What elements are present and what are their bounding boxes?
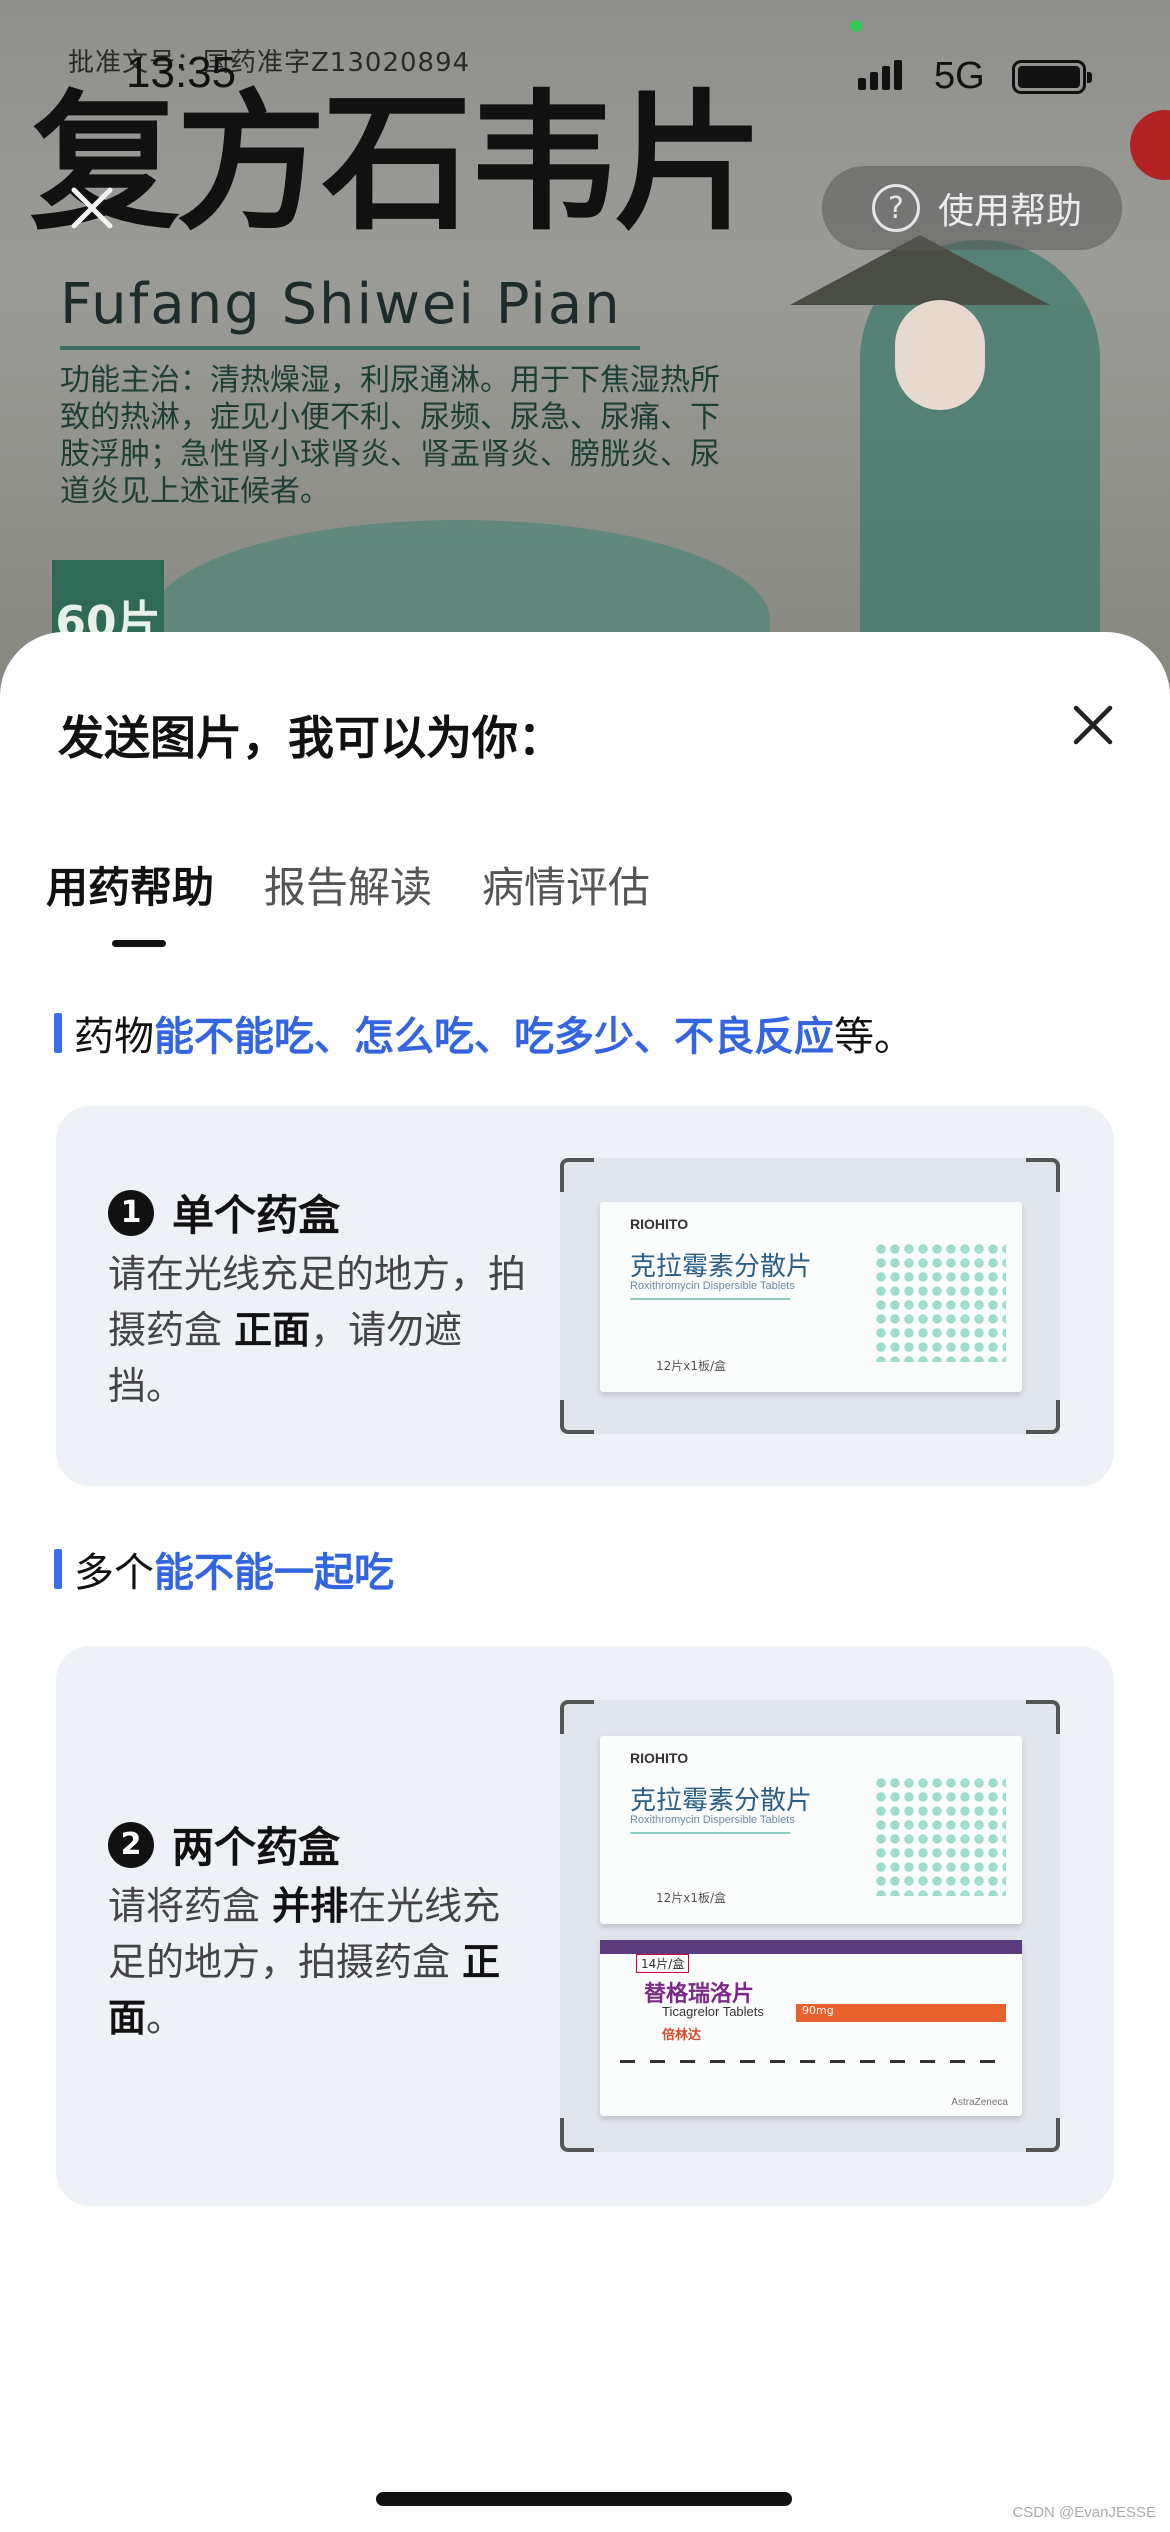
sample-box-qty: 12片x1板/盒	[656, 1359, 727, 1373]
help-button-label: 使用帮助	[938, 191, 1083, 232]
sample-box2-tag: 14片/盒	[636, 1954, 690, 1973]
section-multiple-drugs: 多个 能不能一起吃	[54, 1540, 394, 1598]
sample-box2-name-en: Ticagrelor Tablets	[662, 2004, 764, 2019]
section2-prefix: 多个	[74, 1550, 154, 1596]
sheet-title: 发送图片，我可以为你：	[58, 711, 564, 765]
box-rule	[60, 346, 640, 350]
help-button[interactable]: ? 使用帮助	[822, 166, 1122, 250]
step-number-1: 1	[108, 1189, 154, 1236]
card1-desc-bold: 正面	[234, 1308, 311, 1352]
tab-active-indicator	[112, 940, 166, 947]
help-icon: ?	[872, 184, 920, 232]
camera-preview: 批准文号：国药准字Z13020894 复方石韦片 Fufang Shiwei P…	[0, 0, 1170, 700]
sample-box-qty: 12片x1板/盒	[656, 1891, 727, 1905]
tab-medication-help[interactable]: 用药帮助	[46, 854, 214, 915]
single-box-card: 1 单个药盒 请在光线充足的地方，拍摄药盒 正面，请勿遮挡。 RIOHITO 克…	[56, 1106, 1114, 1486]
box-illustration-face	[895, 300, 985, 410]
box-title-cn: 复方石韦片	[30, 75, 764, 251]
card2-desc-bold1: 并排	[272, 1884, 349, 1928]
section1-suffix: 等。	[834, 1014, 914, 1060]
tab-condition-assessment[interactable]: 病情评估	[482, 854, 650, 915]
sample-photo-frame-single: RIOHITO 克拉霉素分散片 Roxithromycin Dispersibl…	[560, 1158, 1060, 1434]
sample-drug-box-top: RIOHITO 克拉霉素分散片 Roxithromycin Dispersibl…	[600, 1736, 1022, 1924]
tab-report-interpretation[interactable]: 报告解读	[264, 854, 432, 915]
step-number-2: 2	[108, 1821, 154, 1868]
section-accent-bar	[54, 1549, 62, 1589]
card2-desc-a: 请将药盒	[108, 1884, 273, 1928]
box-title-en: Fufang Shiwei Pian	[60, 272, 622, 337]
two-boxes-card: 2 两个药盒 请将药盒 并排在光线充足的地方，拍摄药盒 正面。 RIOHITO …	[56, 1646, 1114, 2206]
sample-box-name: 克拉霉素分散片	[630, 1786, 813, 1816]
network-type: 5G	[934, 55, 985, 97]
sample-drug-box-bottom: 14片/盒 替格瑞洛片 Ticagrelor Tablets 倍林达 90mg …	[600, 1940, 1022, 2116]
card1-title: 单个药盒	[172, 1191, 341, 1240]
sample-photo-frame-double: RIOHITO 克拉霉素分散片 Roxithromycin Dispersibl…	[560, 1700, 1060, 2152]
card1-description: 请在光线充足的地方，拍摄药盒 正面，请勿遮挡。	[108, 1246, 538, 1414]
sample-box-name-en: Roxithromycin Dispersible Tablets	[630, 1814, 795, 1826]
box-description: 功能主治：清热燥湿，利尿通淋。用于下焦湿热所致的热淋，症见小便不利、尿频、尿急、…	[60, 363, 720, 509]
sample-box-name-en: Roxithromycin Dispersible Tablets	[630, 1280, 795, 1292]
card2-description: 请将药盒 并排在光线充足的地方，拍摄药盒 正面。	[108, 1878, 538, 2046]
section1-highlight: 能不能吃、怎么吃、吃多少、不良反应	[154, 1014, 834, 1060]
sample-box-name: 克拉霉素分散片	[630, 1252, 813, 1282]
battery-icon	[1012, 60, 1092, 94]
sample-drug-box: RIOHITO 克拉霉素分散片 Roxithromycin Dispersibl…	[600, 1202, 1022, 1392]
section-accent-bar	[54, 1013, 62, 1053]
tab-bar: 用药帮助 报告解读 病情评估	[46, 854, 650, 915]
box-seal	[1130, 110, 1170, 180]
section-single-drug: 药物 能不能吃、怎么吃、吃多少、不良反应 等。	[54, 1004, 914, 1062]
camera-close-icon[interactable]	[62, 178, 122, 238]
camera-in-use-dot	[850, 20, 862, 32]
home-indicator[interactable]	[376, 2492, 792, 2506]
card1-header: 1 单个药盒	[108, 1182, 340, 1243]
sample-box-brand: RIOHITO	[630, 1750, 689, 1766]
signal-icon	[858, 60, 902, 90]
card2-desc-c: 。	[146, 1996, 185, 2040]
sample-box2-dose: 90mg	[796, 2004, 1006, 2022]
watermark: CSDN @EvanJESSE	[1012, 2504, 1156, 2521]
section2-highlight: 能不能一起吃	[154, 1550, 394, 1596]
status-time: 13:35	[126, 48, 237, 97]
sample-box2-maker: AstraZeneca	[951, 2097, 1008, 2108]
sample-box2-brand: 倍林达	[662, 2028, 702, 2043]
section1-prefix: 药物	[74, 1014, 154, 1060]
card2-title: 两个药盒	[172, 1823, 341, 1872]
photo-guide-sheet: 发送图片，我可以为你： 用药帮助 报告解读 病情评估 药物 能不能吃、怎么吃、吃…	[0, 632, 1170, 2532]
sheet-close-icon[interactable]	[1068, 700, 1118, 750]
card2-header: 2 两个药盒	[108, 1814, 340, 1875]
sample-box-brand: RIOHITO	[630, 1216, 689, 1232]
